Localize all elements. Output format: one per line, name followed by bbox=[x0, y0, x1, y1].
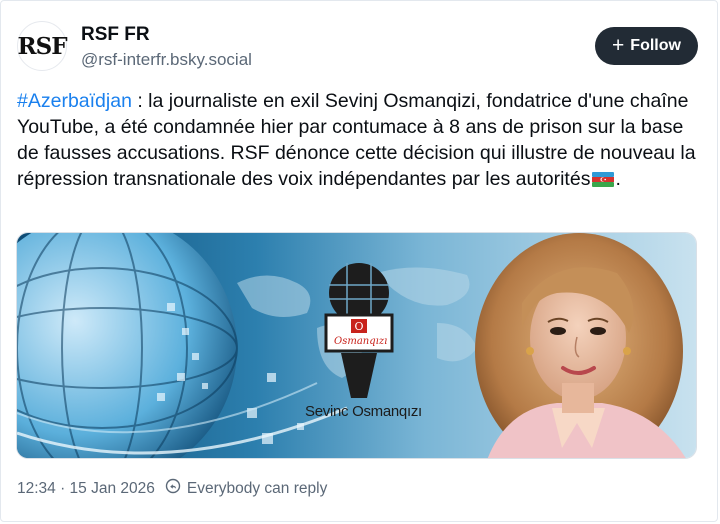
logo-label: Osmanqızı bbox=[334, 336, 388, 347]
post-card: RSF RSF FR @rsf-interfr.bsky.social + Fo… bbox=[0, 0, 718, 522]
post-text: #Azerbaïdjan : la journaliste en exil Se… bbox=[17, 88, 707, 194]
logo-letter: O bbox=[354, 320, 363, 333]
post-timestamp[interactable]: 12:34 · 15 Jan 2026 bbox=[17, 480, 155, 498]
author-handle[interactable]: @rsf-interfr.bsky.social bbox=[81, 50, 252, 70]
post-image[interactable]: O Osmanqızı Sevinc Osmanqızı bbox=[16, 232, 697, 459]
author-display-name[interactable]: RSF FR bbox=[81, 24, 150, 46]
hashtag-link[interactable]: #Azerbaïdjan bbox=[17, 90, 132, 112]
image-caption: Sevinc Osmanqızı bbox=[305, 403, 422, 420]
globe-graphic bbox=[17, 233, 237, 458]
reply-setting-label: Everybody can reply bbox=[186, 479, 328, 497]
follow-label: Follow bbox=[630, 37, 681, 54]
post-body-end: . bbox=[615, 168, 621, 190]
follow-button[interactable]: + Follow bbox=[595, 27, 698, 65]
azerbaijan-flag-icon bbox=[592, 168, 615, 194]
post-footer: 12:34 · 15 Jan 2026 Everybody can reply bbox=[17, 478, 327, 499]
reply-permission-icon bbox=[165, 478, 181, 499]
reply-setting[interactable]: Everybody can reply bbox=[165, 478, 327, 499]
author-avatar[interactable]: RSF bbox=[17, 21, 68, 71]
plus-icon: + bbox=[612, 33, 625, 57]
avatar-logo-text: RSF bbox=[17, 32, 67, 60]
